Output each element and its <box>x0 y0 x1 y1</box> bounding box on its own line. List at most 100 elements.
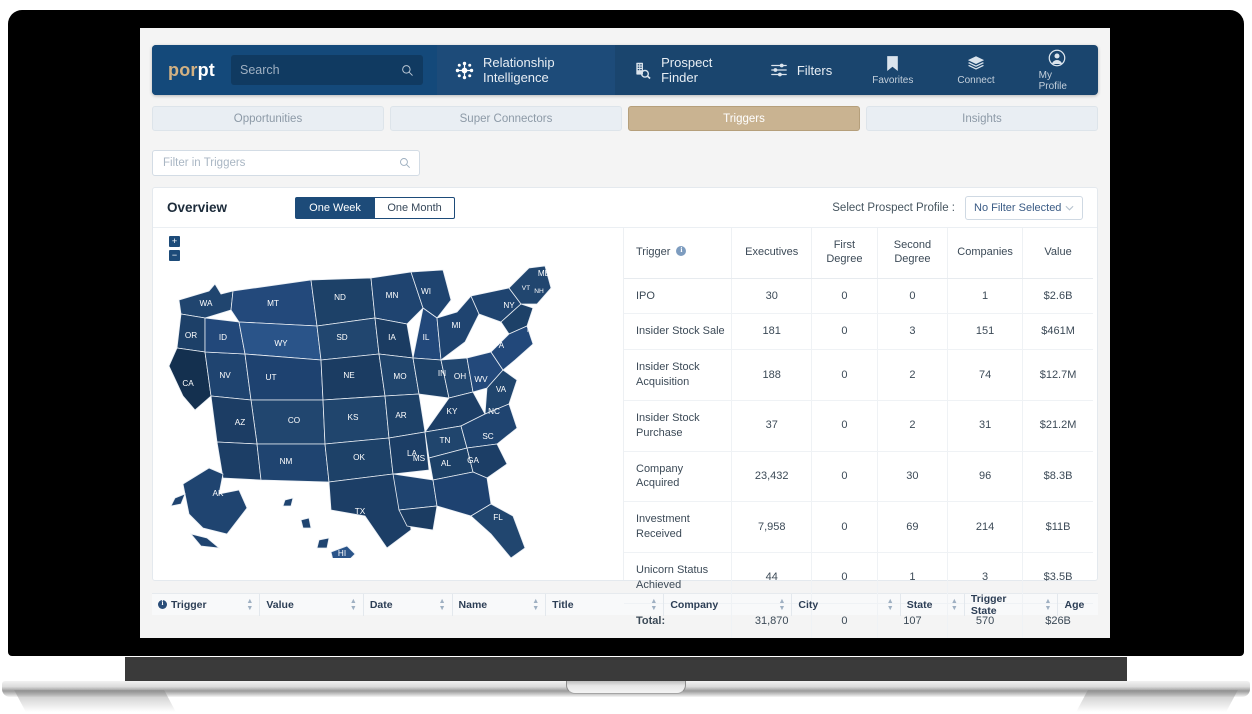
sort-icon[interactable]: ▲ ▼ <box>348 598 357 612</box>
logo-text-gold: por <box>168 59 198 80</box>
nav-prospect-finder[interactable]: Prospect Finder <box>615 45 752 95</box>
tab-triggers[interactable]: Triggers <box>628 106 860 131</box>
info-icon[interactable] <box>676 245 687 257</box>
table-row[interactable]: Insider Stock Acquisition 188 0 2 74 $12… <box>624 349 1093 401</box>
svg-text:AL: AL <box>441 459 451 468</box>
sort-icon[interactable]: ▲ ▼ <box>640 598 657 612</box>
bookmark-icon <box>885 55 900 72</box>
cell-executives: 23,432 <box>731 451 813 503</box>
section-tabs: Opportunities Super Connectors Triggers … <box>152 106 1098 131</box>
building-search-icon <box>633 61 652 80</box>
grid-col-label-title: Title <box>552 598 574 611</box>
range-one-month[interactable]: One Month <box>375 196 456 219</box>
table-row[interactable]: Insider Stock Purchase 37 0 2 31 $21.2M <box>624 400 1093 452</box>
cell-first: 0 <box>811 313 878 351</box>
svg-text:NV: NV <box>219 371 231 380</box>
filter-input[interactable] <box>163 157 399 169</box>
global-search[interactable] <box>231 55 423 85</box>
grid-col-name[interactable]: Name ▲ ▼ <box>453 593 547 616</box>
overview-title: Overview <box>167 200 228 215</box>
stats-header-row: Trigger Executives First Degree Second D… <box>624 228 1093 279</box>
date-range-toggle: One Week One Month <box>295 196 456 219</box>
nav-favorites[interactable]: Favorites <box>850 45 935 95</box>
table-row[interactable]: Company Acquired 23,432 0 30 96 $8.3B <box>624 451 1093 503</box>
layers-icon <box>967 55 985 72</box>
sort-icon[interactable]: ▲ ▼ <box>768 598 785 612</box>
cell-companies: 214 <box>947 501 1024 553</box>
cell-trigger: IPO <box>624 278 733 315</box>
table-row[interactable]: IPO 30 0 0 1 $2.6B <box>624 278 1093 315</box>
sort-icon[interactable]: ▲ ▼ <box>429 598 446 612</box>
nav-my-profile[interactable]: My Profile <box>1017 45 1098 95</box>
grid-col-title[interactable]: Title ▲ ▼ <box>546 593 665 616</box>
tab-label-opportunities: Opportunities <box>233 112 303 125</box>
stats-col-companies: Companies <box>947 228 1024 279</box>
tab-insights[interactable]: Insights <box>866 106 1098 131</box>
cell-companies: 74 <box>947 349 1024 401</box>
cell-value: $461M <box>1022 313 1093 351</box>
sort-icon[interactable]: ▲ ▼ <box>522 598 539 612</box>
svg-text:WV: WV <box>474 375 488 384</box>
cell-value: $2.6B <box>1022 278 1093 315</box>
us-choropleth-map[interactable]: WA OR CA NV ID MT WY UT CO AZ NM ND SD N… <box>161 248 581 558</box>
sort-icon[interactable]: ▲ ▼ <box>236 598 253 612</box>
prospect-profile-dropdown[interactable]: No Filter Selected <box>965 195 1083 220</box>
cell-trigger: Insider Stock Purchase <box>624 400 733 452</box>
tab-label-triggers: Triggers <box>723 112 765 125</box>
cell-executives: 188 <box>731 349 813 401</box>
grid-col-company[interactable]: Company ▲ ▼ <box>664 593 793 616</box>
grid-col-value[interactable]: Value ▲ ▼ <box>260 593 364 616</box>
svg-text:AR: AR <box>395 411 406 420</box>
grid-col-state[interactable]: State ▲ ▼ <box>901 593 965 616</box>
nav-filters[interactable]: Filters <box>752 45 850 95</box>
laptop-shadow-left <box>14 690 176 712</box>
range-one-week[interactable]: One Week <box>295 196 376 219</box>
svg-text:MA: MA <box>532 305 542 312</box>
table-row[interactable]: Investment Received 7,958 0 69 214 $11B <box>624 501 1093 553</box>
app-logo[interactable]: porpt <box>168 60 215 81</box>
cell-second: 2 <box>877 349 949 401</box>
nav-connect[interactable]: Connect <box>935 45 1016 95</box>
prospect-profile-label: Select Prospect Profile : <box>832 201 955 214</box>
nav-label-filters: Filters <box>796 62 833 78</box>
stats-col-trigger: Trigger <box>624 228 733 279</box>
search-input[interactable] <box>240 63 401 77</box>
filter-row <box>152 150 1098 176</box>
tab-super-connectors[interactable]: Super Connectors <box>390 106 622 131</box>
cell-executives: 7,958 <box>731 501 813 553</box>
trigger-stats-table: Trigger Executives First Degree Second D… <box>624 228 1093 638</box>
stats-table-body: IPO 30 0 0 1 $2.6B Insider Stock Sale 18 <box>624 278 1093 638</box>
tab-opportunities[interactable]: Opportunities <box>152 106 384 131</box>
grid-col-date[interactable]: Date ▲ ▼ <box>364 593 453 616</box>
cell-trigger: Insider Stock Sale <box>624 313 733 351</box>
nav-relationship-intelligence[interactable]: Relationship Intelligence <box>437 45 616 95</box>
svg-text:NJ: NJ <box>527 327 535 334</box>
svg-text:OH: OH <box>454 372 466 381</box>
grid-col-age[interactable]: Age <box>1058 594 1098 616</box>
cell-second: 2 <box>877 400 949 452</box>
range-label-one-month: One Month <box>387 201 442 214</box>
cell-second: 0 <box>877 278 949 315</box>
prospect-profile-value: No Filter Selected <box>974 201 1062 214</box>
cell-second: 69 <box>877 501 949 553</box>
filter-in-triggers[interactable] <box>152 150 420 176</box>
laptop-mockup: porpt Search Relationship Intelligence P… <box>0 0 1252 714</box>
grid-col-trigger[interactable]: Trigger ▲▼ <box>152 593 261 616</box>
cell-second: 3 <box>877 313 949 351</box>
grid-col-trigger-state[interactable]: Trigger State ▲ ▼ <box>965 592 1059 617</box>
stats-col-label-trigger: Trigger <box>636 246 671 259</box>
table-row[interactable]: Insider Stock Sale 181 0 3 151 $461M <box>624 313 1093 351</box>
sort-icon[interactable]: ▲ ▼ <box>877 598 894 612</box>
grid-col-label-trigger-state: Trigger State <box>970 592 1007 617</box>
map-zoom-in-button[interactable]: + <box>169 236 180 247</box>
svg-text:MN: MN <box>386 291 399 300</box>
grid-col-label-state: State <box>906 598 933 611</box>
tab-label-super-connectors: Super Connectors <box>459 112 553 125</box>
svg-text:NC: NC <box>488 407 500 416</box>
sort-icon[interactable]: ▲ ▼ <box>941 598 958 612</box>
map-zoom-controls: + − <box>169 236 180 264</box>
map-zoom-out-button[interactable]: − <box>169 250 180 261</box>
sort-icon[interactable]: ▲ ▼ <box>1035 598 1052 612</box>
application-window: porpt Search Relationship Intelligence P… <box>140 28 1110 638</box>
grid-col-city[interactable]: City ▲ ▼ <box>792 593 901 616</box>
